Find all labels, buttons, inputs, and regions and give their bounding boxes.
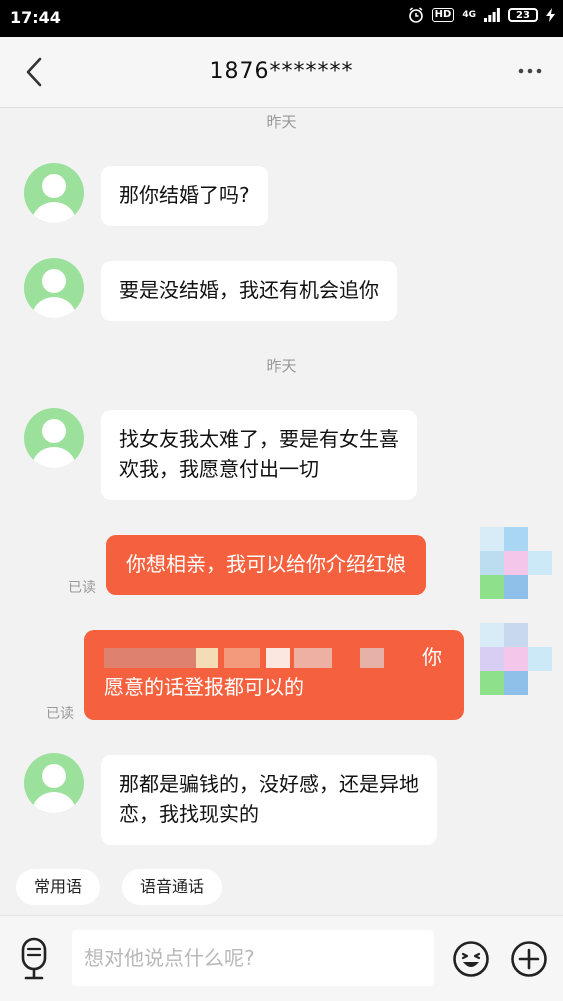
status-bar: 17:44 HD 4G 23 [0,0,563,37]
battery-indicator: 23 [508,8,538,22]
status-icons: HD 4G 23 [408,7,555,23]
redaction-block [360,648,384,668]
incoming-message[interactable]: 那都是骗钱的，没好感，还是异地 恋，我找现实的 [101,755,437,845]
read-status: 已读 [46,706,74,722]
network-type: 4G [462,9,476,20]
self-avatar[interactable] [480,623,552,695]
contact-avatar[interactable] [24,258,84,318]
status-time: 17:44 [10,8,61,27]
message-line: 恋，我找现实的 [119,802,259,826]
contact-avatar[interactable] [24,753,84,813]
incoming-message[interactable]: 那你结婚了吗? [101,166,268,226]
time-divider: 昨天 [266,113,297,131]
message-text: 你 [422,645,442,669]
redaction-block [196,648,218,668]
emoji-icon[interactable] [452,940,490,978]
message-input[interactable] [72,930,434,986]
message-text: 你想相亲，我可以给你介绍红娘 [126,552,406,576]
message-line: 愿意的话登报都可以的 [104,675,304,699]
quick-reply-common-phrases[interactable]: 常用语 [16,869,101,905]
microphone-icon[interactable] [14,937,54,981]
redaction-block [104,648,204,668]
message-text: 那你结婚了吗? [119,183,250,207]
redaction-block [294,648,332,668]
message-line: 你 [104,642,444,672]
plus-icon[interactable] [510,940,548,978]
charging-icon [546,8,555,22]
redaction-block [266,648,290,668]
message-line: 欢我，我愿意付出一切 [119,457,319,481]
more-dots-icon[interactable] [515,61,545,81]
contact-avatar[interactable] [24,163,84,223]
hd-badge: HD [431,8,455,22]
time-divider: 昨天 [266,357,297,375]
outgoing-message[interactable]: 你想相亲，我可以给你介绍红娘 [106,535,426,595]
alarm-icon [408,7,423,23]
message-line: 找女友我太难了，要是有女生喜 [119,427,399,451]
incoming-message[interactable]: 找女友我太难了，要是有女生喜 欢我，我愿意付出一切 [101,410,417,500]
contact-avatar[interactable] [24,408,84,468]
outgoing-message[interactable]: 你 愿意的话登报都可以的 [84,630,464,720]
message-text: 要是没结婚，我还有机会追你 [119,278,379,302]
message-line: 那都是骗钱的，没好感，还是异地 [119,772,419,796]
incoming-message[interactable]: 要是没结婚，我还有机会追你 [101,261,397,321]
redaction-block [224,648,260,668]
read-status: 已读 [68,580,96,596]
contact-name: 1876******* [209,59,354,84]
self-avatar[interactable] [480,527,552,599]
quick-reply-voice-call[interactable]: 语音通话 [122,869,223,905]
signal-icon [484,8,500,22]
chat-header: 1876******* [0,37,563,108]
